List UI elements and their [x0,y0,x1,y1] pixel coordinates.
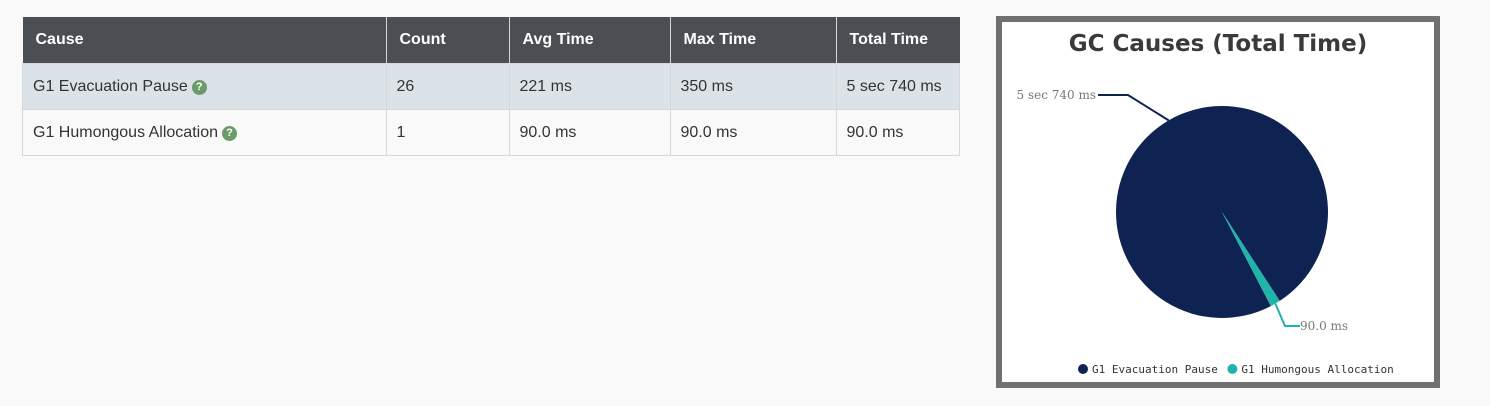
question-circle-icon[interactable]: ? [191,79,207,95]
cell-total-time: 5 sec 740 ms [835,63,960,110]
cell-avg-time: 90.0 ms [508,109,671,156]
pie-chart: 5 sec 740 ms 90.0 ms G1 Evacuation Pause G1… [1017,88,1394,376]
header-count[interactable]: Count [386,17,510,64]
cause-label: G1 Humongous Allocation [33,123,218,141]
table-header-row: Cause Count Avg Time Max Time Total Time [22,17,960,64]
legend-label[interactable]: G1 Humongous Allocation [1241,363,1393,376]
header-max-time[interactable]: Max Time [670,17,837,64]
legend-label[interactable]: G1 Evacuation Pause [1092,363,1218,376]
question-circle-icon[interactable]: ? [222,125,237,141]
header-avg-time[interactable]: Avg Time [509,17,671,64]
cell-max-time: 90.0 ms [669,109,837,156]
cell-count: 1 [385,109,510,156]
cell-cause: G1 Evacuation Pause? [22,63,387,110]
cell-avg-time: 221 ms [508,63,671,110]
slice-data-label: 5 sec 740 ms [1017,88,1097,102]
gc-causes-table: Cause Count Avg Time Max Time Total Time… [22,17,960,156]
header-total-time[interactable]: Total Time [836,17,960,64]
header-cause[interactable]: Cause [22,17,387,64]
table-row: G1 Evacuation Pause? 26 221 ms 350 ms 5 … [22,63,960,110]
cell-max-time: 350 ms [669,63,837,110]
table-row: G1 Humongous Allocation? 1 90.0 ms 90.0 … [22,109,960,156]
cell-total-time: 90.0 ms [835,109,960,156]
cause-label: G1 Evacuation Pause [33,77,188,95]
pie-slice[interactable] [1116,105,1329,318]
legend-marker[interactable] [1078,364,1088,374]
pie-chart-panel: GC Causes (Total Time) 5 sec 740 ms 90.0 … [996,16,1440,388]
slice-leader-line [1098,94,1170,122]
slice-data-label: 90.0 ms [1300,319,1348,333]
slice-leader-line [1274,303,1300,327]
cell-count: 26 [385,63,510,110]
cell-cause: G1 Humongous Allocation? [22,109,387,156]
legend-marker[interactable] [1227,364,1238,374]
